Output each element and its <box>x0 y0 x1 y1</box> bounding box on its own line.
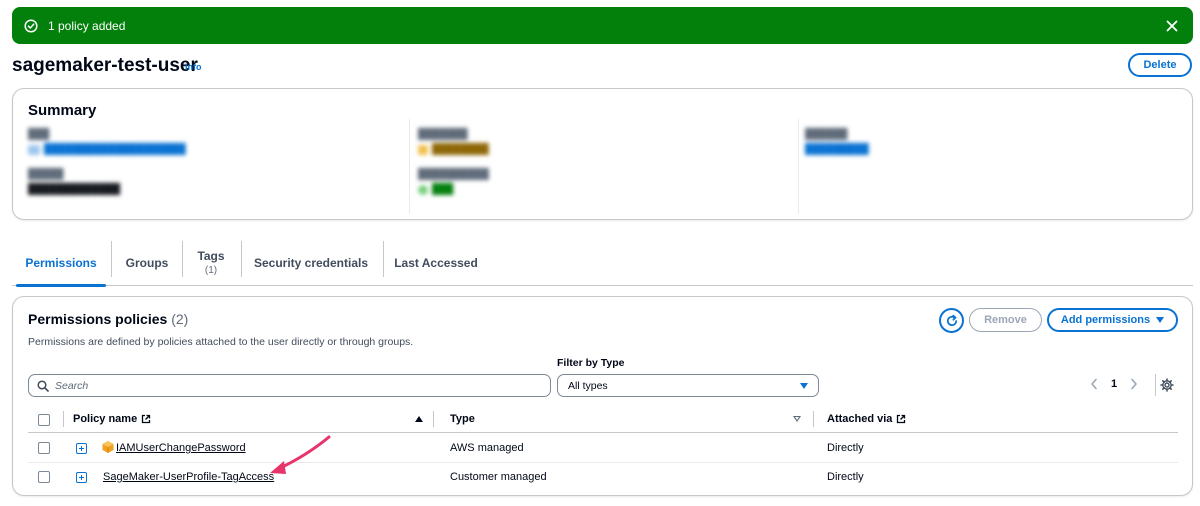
permissions-policies-panel: Permissions policies (2) Permissions are… <box>12 296 1193 496</box>
tab-divider <box>182 241 183 277</box>
tab-label: Permissions <box>25 255 97 270</box>
permissions-title: Permissions policies <box>28 311 168 327</box>
caret-down-icon <box>1156 317 1165 323</box>
summary-redaction-mask <box>1093 90 1192 218</box>
filter-by-type-label: Filter by Type <box>557 357 625 369</box>
chevron-right-icon[interactable] <box>1129 377 1139 391</box>
summary-panel: Summary ███ ████████████████████ █████ █… <box>12 88 1193 220</box>
annotation-arrow-icon <box>270 435 331 474</box>
sort-ascending-icon[interactable] <box>415 416 423 422</box>
chevron-left-icon[interactable] <box>1089 377 1099 391</box>
refresh-button[interactable] <box>939 308 964 333</box>
page-title: sagemaker-test-user <box>12 55 198 76</box>
permissions-count: (2) <box>171 311 189 327</box>
tab-security-credentials[interactable]: Security credentials <box>244 240 378 285</box>
column-label: Attached via <box>827 413 893 425</box>
pagination: 1 <box>1089 377 1139 391</box>
column-divider <box>63 411 64 427</box>
summary-divider <box>798 119 799 214</box>
policy-attached-via: Directly <box>827 471 864 483</box>
close-icon[interactable] <box>1165 19 1179 33</box>
tab-tags[interactable]: Tags (1) <box>184 240 238 285</box>
filter-type-select[interactable]: All types <box>557 374 819 397</box>
column-type[interactable]: Type <box>450 413 475 425</box>
tab-label: Security credentials <box>253 255 369 270</box>
policy-name-link[interactable]: IAMUserChangePassword <box>116 442 246 454</box>
caret-down-icon <box>800 382 808 389</box>
flash-message: 1 policy added <box>48 18 126 33</box>
delete-button[interactable]: Delete <box>1128 53 1192 77</box>
summary-column-redacted: ███████ ████████ ██████████ ███ <box>418 129 489 195</box>
expand-row-icon[interactable] <box>76 472 87 483</box>
table-header: Policy name Type Attached via <box>28 407 1178 433</box>
add-permissions-label: Add permissions <box>1060 314 1151 326</box>
tab-label: Last Accessed <box>394 255 478 270</box>
search-icon <box>37 379 49 392</box>
permissions-heading: Permissions policies (2) <box>28 311 188 327</box>
tab-last-accessed[interactable]: Last Accessed <box>386 240 486 285</box>
row-checkbox[interactable] <box>38 471 50 483</box>
gear-icon[interactable] <box>1160 378 1174 392</box>
summary-divider <box>409 119 410 214</box>
table-row: SageMaker-UserProfile-TagAccess Customer… <box>28 463 1178 492</box>
user-tabs: Permissions Groups Tags (1) Security cre… <box>12 240 1193 287</box>
tab-permissions[interactable]: Permissions <box>14 240 108 287</box>
tab-divider <box>383 241 384 277</box>
summary-column-redacted: ███ ████████████████████ █████ █████████… <box>28 129 186 195</box>
column-divider <box>433 411 434 427</box>
search-field[interactable] <box>28 374 551 397</box>
add-permissions-button[interactable]: Add permissions <box>1047 308 1178 332</box>
summary-heading: Summary <box>28 102 97 119</box>
policy-type: AWS managed <box>450 442 524 454</box>
tab-count: (1) <box>204 265 218 276</box>
policy-name-link[interactable]: SageMaker-UserProfile-TagAccess <box>103 471 274 483</box>
column-label: Policy name <box>73 413 138 425</box>
page-number[interactable]: 1 <box>1111 378 1117 390</box>
expand-row-icon[interactable] <box>76 443 87 454</box>
filter-type-value: All types <box>568 379 608 392</box>
column-attached-via[interactable]: Attached via <box>827 413 906 425</box>
search-input[interactable] <box>55 379 535 392</box>
permissions-description: Permissions are defined by policies atta… <box>28 336 414 348</box>
table-row: IAMUserChangePassword AWS managed Direct… <box>28 434 1178 463</box>
check-circle-icon <box>24 18 38 33</box>
column-policy-name[interactable]: Policy name <box>73 413 151 425</box>
select-all-checkbox[interactable] <box>38 414 50 426</box>
pager-divider <box>1155 374 1156 396</box>
tab-divider <box>111 241 112 277</box>
remove-button[interactable]: Remove <box>969 308 1042 332</box>
column-label: Type <box>450 413 475 425</box>
column-divider <box>813 411 814 427</box>
aws-managed-policy-icon <box>101 440 115 454</box>
info-link[interactable]: Info <box>185 62 202 72</box>
policy-type: Customer managed <box>450 471 547 483</box>
tab-label: Tags <box>197 249 225 263</box>
external-link-icon <box>142 414 151 424</box>
success-flash-banner: 1 policy added <box>12 7 1193 44</box>
external-link-icon <box>897 414 906 424</box>
row-checkbox[interactable] <box>38 442 50 454</box>
tab-label: Groups <box>125 255 169 270</box>
tab-groups[interactable]: Groups <box>114 240 180 285</box>
tab-divider <box>241 241 242 277</box>
policy-attached-via: Directly <box>827 442 864 454</box>
refresh-icon <box>946 314 957 326</box>
sort-descending-icon[interactable] <box>793 416 801 422</box>
